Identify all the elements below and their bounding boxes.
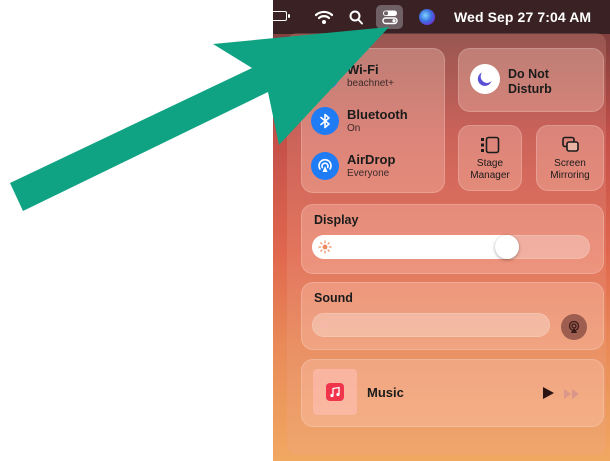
do-not-disturb-tile[interactable]: Do Not Disturb [458,48,604,112]
screen-mirroring-icon [560,136,580,154]
sun-icon [318,240,332,254]
bluetooth-toggle[interactable]: Bluetooth On [311,103,441,139]
screen-mirroring-label: Screen Mirroring [550,158,590,181]
display-title: Display [314,213,359,227]
moon-icon[interactable] [470,64,500,94]
now-playing-tile[interactable]: Music [301,359,604,427]
airdrop-toggle[interactable]: AirDrop Everyone [311,148,441,184]
sound-title: Sound [314,291,353,305]
bluetooth-icon[interactable] [311,107,339,135]
music-note-icon [326,383,344,401]
now-playing-title: Music [367,385,404,400]
wifi-network-name: beachnet+ [347,78,394,89]
macos-screen: Wed Sep 27 7:04 AM Wi-Fi beachnet+ Bluet… [273,0,610,461]
brightness-slider-fill [312,235,519,259]
wifi-title: Wi-Fi [347,62,379,77]
fast-forward-icon[interactable] [563,387,581,399]
airdrop-title: AirDrop [347,152,396,167]
search-icon[interactable] [348,8,364,26]
display-tile: Display [301,204,604,274]
stage-manager-tile[interactable]: Stage Manager [458,125,522,191]
speaker-icon [318,318,332,332]
siri-icon[interactable] [419,9,435,25]
bluetooth-title: Bluetooth [347,107,408,122]
control-center-panel: Wi-Fi beachnet+ Bluetooth On AirDrop Eve… [287,33,606,455]
album-artwork[interactable] [313,369,357,415]
sound-tile: Sound [301,282,604,350]
menu-bar: Wed Sep 27 7:04 AM [273,0,610,34]
airdrop-status: Everyone [347,168,390,179]
wifi-icon[interactable] [311,62,339,90]
stage-manager-label: Stage Manager [470,158,510,181]
wifi-icon[interactable] [314,8,334,26]
network-tile: Wi-Fi beachnet+ Bluetooth On AirDrop Eve… [301,48,445,193]
bluetooth-status: On [347,123,361,134]
brightness-slider[interactable] [312,235,590,259]
battery-icon[interactable] [273,11,290,21]
menu-bar-clock[interactable]: Wed Sep 27 7:04 AM [454,9,591,25]
volume-slider[interactable] [312,313,550,337]
brightness-slider-knob[interactable] [495,235,519,259]
play-icon[interactable] [541,385,555,401]
airdrop-icon[interactable] [311,152,339,180]
screen-mirroring-tile[interactable]: Screen Mirroring [536,125,604,191]
control-center-icon[interactable] [376,5,403,29]
airplay-audio-icon[interactable] [561,314,587,340]
stage-manager-icon [480,136,500,154]
wifi-toggle[interactable]: Wi-Fi beachnet+ [311,58,441,94]
do-not-disturb-label: Do Not Disturb [508,67,552,96]
